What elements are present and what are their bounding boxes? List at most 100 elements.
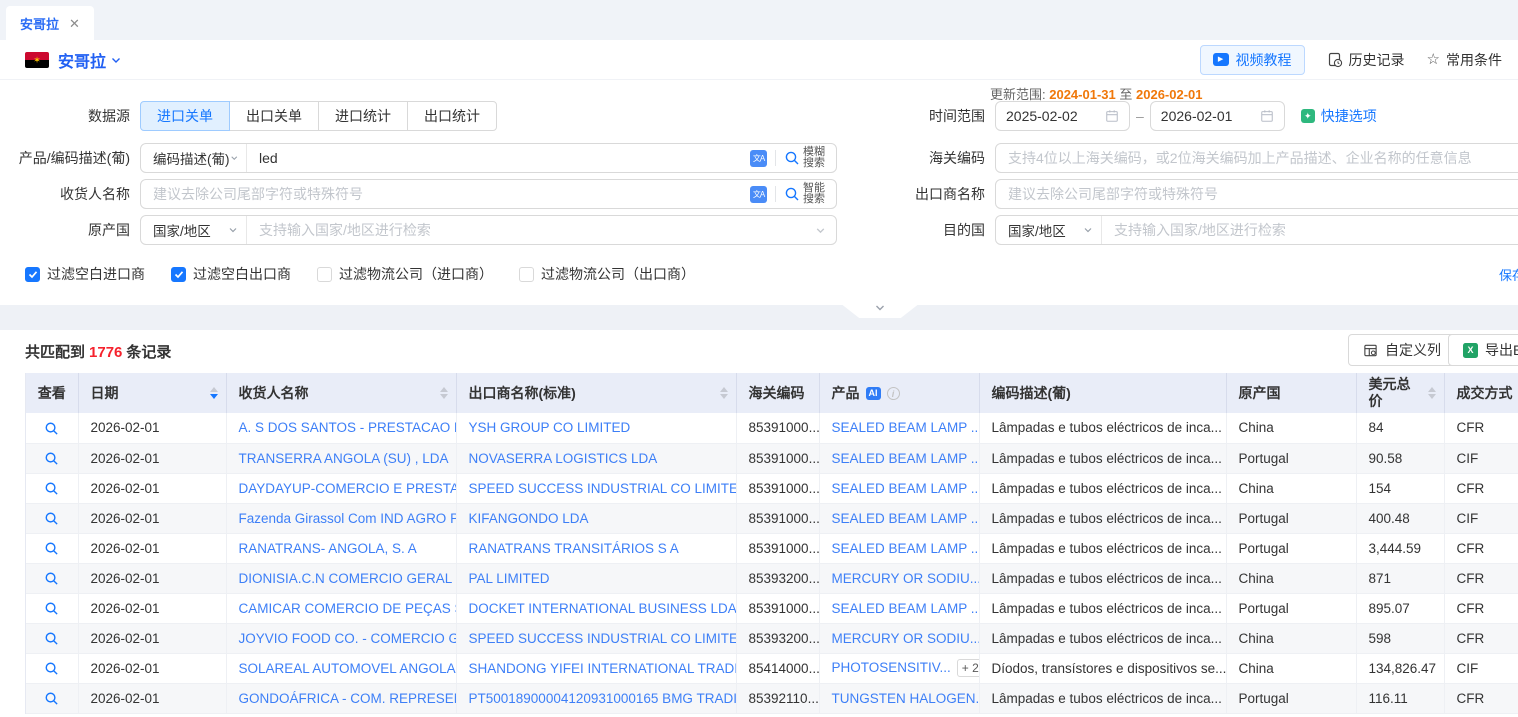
checkbox-icon (519, 267, 534, 282)
history-button[interactable]: 历史记录 (1327, 50, 1405, 70)
consignee-link[interactable]: DIONISIA.C.N COMERCIO GERAL & PRESTA... (239, 571, 457, 586)
cell-product: SEALED BEAM LAMP ... (819, 473, 979, 503)
filter-checkbox-0[interactable]: 过滤空白进口商 (25, 264, 145, 284)
collapse-panel-handle[interactable] (840, 303, 920, 318)
consignee-link[interactable]: A. S DOS SANTOS - PRESTACAO DE SERVIC... (239, 420, 457, 435)
product-link[interactable]: SEALED BEAM LAMP ... (832, 451, 980, 466)
row-view-button[interactable] (44, 631, 59, 646)
smart-search-button[interactable]: 智能搜索 (784, 183, 826, 205)
product-link[interactable]: MERCURY OR SODIU... (832, 571, 980, 586)
exporter-link[interactable]: NOVASERRA LOGISTICS LDA (469, 451, 658, 466)
row-view-button[interactable] (44, 481, 59, 496)
product-link[interactable]: SEALED BEAM LAMP ... (832, 511, 980, 526)
product-link[interactable]: TUNGSTEN HALOGEN... (832, 691, 980, 706)
column-label: 成交方式 (1457, 385, 1513, 402)
destination-select[interactable]: 国家/地区 (996, 216, 1102, 244)
start-date-input[interactable]: 2025-02-02 (995, 101, 1130, 131)
video-tutorial-button[interactable]: ▶ 视频教程 (1200, 45, 1305, 75)
consignee-link[interactable]: SOLAREAL AUTOMOVEL ANGOLA(SU)., LDA (239, 661, 457, 676)
exporter-link[interactable]: SHANDONG YIFEI INTERNATIONAL TRADIN... (469, 661, 737, 676)
exporter-input[interactable]: 建议去除公司尾部字符或特殊符号 (995, 179, 1518, 209)
sort-control[interactable] (440, 387, 448, 399)
datasource-tab-0[interactable]: 进口关单 (140, 101, 230, 131)
filter-checkbox-3[interactable]: 过滤物流公司（出口商） (519, 264, 695, 284)
exporter-link[interactable]: PT50018900004120931000165 BMG TRADI... (469, 691, 737, 706)
datasource-tab-3[interactable]: 出口统计 (407, 101, 497, 131)
sort-control[interactable] (210, 387, 218, 399)
end-date-input[interactable]: 2026-02-01 (1150, 101, 1285, 131)
product-search-input[interactable]: led (247, 144, 746, 172)
favorites-button[interactable]: ☆ 常用条件 (1427, 50, 1502, 70)
product-field-select[interactable]: 编码描述(葡) (141, 144, 247, 172)
row-view-button[interactable] (44, 541, 59, 556)
product-link[interactable]: MERCURY OR SODIU... (832, 631, 980, 646)
column-header-2[interactable]: 收货人名称 (226, 373, 456, 413)
exporter-link[interactable]: SPEED SUCCESS INDUSTRIAL CO LIMITED (469, 631, 737, 646)
more-products-badge[interactable]: + 2 (957, 659, 979, 677)
filter-checkbox-1[interactable]: 过滤空白出口商 (171, 264, 291, 284)
translate-icon[interactable]: 文A (750, 150, 767, 167)
hscode-input[interactable]: 支持4位以上海关编码，或2位海关编码加上产品描述、企业名称的任意信息 (995, 143, 1518, 173)
row-view-button[interactable] (44, 571, 59, 586)
consignee-link[interactable]: JOYVIO FOOD CO. - COMERCIO GERAL, LDA (239, 631, 457, 646)
consignee-link[interactable]: GONDOÁFRICA - COM. REPRESENTAÇÕES ... (239, 691, 457, 706)
column-header-3[interactable]: 出口商名称(标准) (456, 373, 736, 413)
info-icon[interactable]: i (887, 387, 900, 400)
row-view-button[interactable] (44, 661, 59, 676)
results-header: 共匹配到1776条记录 自定义列 X 导出Exc (0, 330, 1518, 373)
fuzzy-search-button[interactable]: 模糊搜索 (784, 147, 826, 169)
export-excel-button[interactable]: X 导出Exc (1448, 334, 1518, 366)
consignee-link[interactable]: RANATRANS- ANGOLA, S. A (239, 541, 417, 556)
cell-product: MERCURY OR SODIU... (819, 623, 979, 653)
origin-input[interactable]: 支持输入国家/地区进行检索 (247, 216, 811, 244)
tab-angola[interactable]: 安哥拉 ✕ (6, 6, 94, 40)
datasource-tab-1[interactable]: 出口关单 (229, 101, 319, 131)
view-detail-icon (44, 661, 59, 676)
destination-input[interactable]: 支持输入国家/地区进行检索 (1102, 216, 1518, 244)
product-link[interactable]: PHOTOSENSITIV... (832, 660, 951, 675)
consignee-input[interactable]: 建议去除公司尾部字符或特殊符号 (141, 180, 746, 208)
consignee-field-group: 建议去除公司尾部字符或特殊符号 文A 智能搜索 (140, 179, 837, 209)
exporter-link[interactable]: RANATRANS TRANSITÁRIOS S A (469, 541, 679, 556)
checkbox-icon (317, 267, 332, 282)
product-link[interactable]: SEALED BEAM LAMP ... (832, 481, 980, 496)
product-link[interactable]: SEALED BEAM LAMP ... (832, 541, 980, 556)
save-conditions-button[interactable]: 保存条件 (1494, 265, 1518, 284)
column-header-1[interactable]: 日期 (78, 373, 226, 413)
cell-terms: CFR (1444, 563, 1518, 593)
consignee-link[interactable]: DAYDAYUP-COMERCIO E PRESTACAO DE S... (239, 481, 457, 496)
consignee-link[interactable]: CAMICAR COMERCIO DE PEÇAS S.A. (239, 601, 457, 616)
table-header-row: 查看日期收货人名称出口商名称(标准)海关编码产品AIi编码描述(葡)原产国美元总… (26, 373, 1518, 413)
customize-columns-button[interactable]: 自定义列 (1348, 334, 1456, 366)
product-link[interactable]: SEALED BEAM LAMP ... (832, 420, 980, 435)
view-detail-icon (44, 691, 59, 706)
datasource-tab-2[interactable]: 进口统计 (318, 101, 408, 131)
exporter-link[interactable]: DOCKET INTERNATIONAL BUSINESS LDA (469, 601, 737, 616)
exporter-link[interactable]: PAL LIMITED (469, 571, 550, 586)
row-view-button[interactable] (44, 451, 59, 466)
cell-date: 2026-02-01 (78, 683, 226, 713)
filter-checkbox-2[interactable]: 过滤物流公司（进口商） (317, 264, 493, 284)
row-view-button[interactable] (44, 601, 59, 616)
row-view-button[interactable] (44, 511, 59, 526)
column-header-8[interactable]: 美元总价 (1356, 373, 1444, 413)
translate-icon[interactable]: 文A (750, 186, 767, 203)
view-detail-icon (44, 511, 59, 526)
consignee-link[interactable]: TRANSERRA ANGOLA (SU) , LDA (239, 451, 449, 466)
exporter-link[interactable]: KIFANGONDO LDA (469, 511, 589, 526)
export-excel-label: 导出Exc (1485, 340, 1518, 360)
cell-description: Lâmpadas e tubos eléctricos de inca... (979, 503, 1226, 533)
row-view-button[interactable] (44, 691, 59, 706)
chevron-down-icon[interactable] (110, 54, 122, 66)
view-detail-icon (44, 571, 59, 586)
close-icon[interactable]: ✕ (69, 17, 80, 30)
quick-options-link[interactable]: ✦ 快捷选项 (1301, 106, 1377, 126)
row-view-button[interactable] (44, 421, 59, 436)
consignee-link[interactable]: Fazenda Girassol Com IND AGRO P LDA (239, 511, 457, 526)
sort-control[interactable] (1428, 387, 1436, 399)
exporter-link[interactable]: SPEED SUCCESS INDUSTRIAL CO LIMITED (469, 481, 737, 496)
sort-control[interactable] (720, 387, 728, 399)
origin-select[interactable]: 国家/地区 (141, 216, 247, 244)
exporter-link[interactable]: YSH GROUP CO LIMITED (469, 420, 631, 435)
product-link[interactable]: SEALED BEAM LAMP ... (832, 601, 980, 616)
